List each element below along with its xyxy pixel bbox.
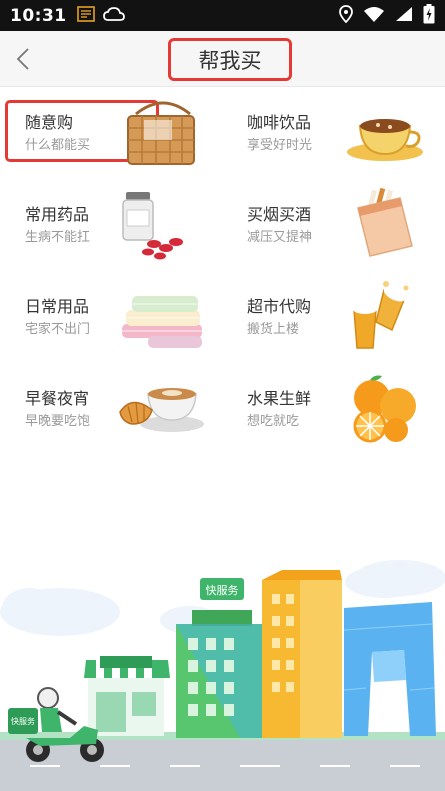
category-cigarettes[interactable]: 买烟买酒 减压又提神 bbox=[222, 180, 444, 270]
city-delivery-illustration: 快服务 快服务 bbox=[0, 560, 445, 791]
orange-icon bbox=[353, 375, 416, 443]
category-name: 随意购 bbox=[25, 113, 74, 132]
battery-icon bbox=[423, 3, 435, 28]
category-desc: 什么都能买 bbox=[25, 138, 91, 153]
towels-icon bbox=[122, 296, 202, 348]
category-name: 日常用品 bbox=[25, 297, 90, 316]
category-desc: 宅家不出门 bbox=[25, 322, 91, 337]
category-desc: 想吃就吃 bbox=[247, 414, 300, 429]
scooter-box-text: 快服务 bbox=[11, 716, 35, 726]
category-suiyigou[interactable]: 随意购 什么都能买 bbox=[0, 88, 222, 178]
chevron-left-icon bbox=[16, 48, 29, 70]
category-desc: 享受好时光 bbox=[247, 138, 313, 153]
category-daily-goods[interactable]: 日常用品 宅家不出门 bbox=[0, 272, 222, 362]
wifi-icon bbox=[363, 6, 385, 26]
category-fruits[interactable]: 水果生鲜 想吃就吃 bbox=[222, 364, 444, 454]
nav-bar: 帮我买 bbox=[0, 31, 445, 87]
signal-icon bbox=[395, 6, 413, 26]
category-name: 买烟买酒 bbox=[247, 205, 312, 224]
status-bar: 10:31 bbox=[0, 0, 445, 31]
category-name: 超市代购 bbox=[247, 297, 312, 316]
cloud-icon bbox=[102, 6, 125, 26]
category-name: 咖啡饮品 bbox=[247, 113, 312, 132]
cigarettes-icon bbox=[357, 188, 413, 257]
notes-icon bbox=[76, 5, 95, 26]
back-button[interactable] bbox=[8, 42, 38, 76]
category-breakfast[interactable]: 早餐夜宵 早晚要吃饱 bbox=[0, 364, 222, 454]
category-supermarket[interactable]: 超市代购 搬货上楼 bbox=[222, 272, 444, 362]
category-desc: 减压又提神 bbox=[247, 230, 313, 245]
croissant-coffee-icon bbox=[119, 388, 204, 432]
category-coffee[interactable]: 咖啡饮品 享受好时光 bbox=[222, 88, 444, 178]
building-sign-text: 快服务 bbox=[206, 584, 239, 597]
category-desc: 搬货上楼 bbox=[247, 322, 300, 337]
category-name: 常用药品 bbox=[25, 205, 90, 224]
beer-icon bbox=[352, 281, 409, 349]
category-name: 水果生鲜 bbox=[247, 389, 312, 408]
coffee-icon bbox=[347, 119, 423, 161]
category-medicine[interactable]: 常用药品 生病不能扛 bbox=[0, 180, 222, 270]
medicine-icon bbox=[122, 192, 183, 260]
category-desc: 早晚要吃饱 bbox=[25, 414, 91, 429]
category-name: 早餐夜宵 bbox=[25, 389, 90, 408]
basket-icon bbox=[127, 101, 195, 165]
category-desc: 生病不能扛 bbox=[25, 230, 91, 245]
status-time: 10:31 bbox=[10, 5, 67, 26]
page-title: 帮我买 bbox=[168, 38, 292, 81]
location-icon bbox=[339, 4, 353, 27]
